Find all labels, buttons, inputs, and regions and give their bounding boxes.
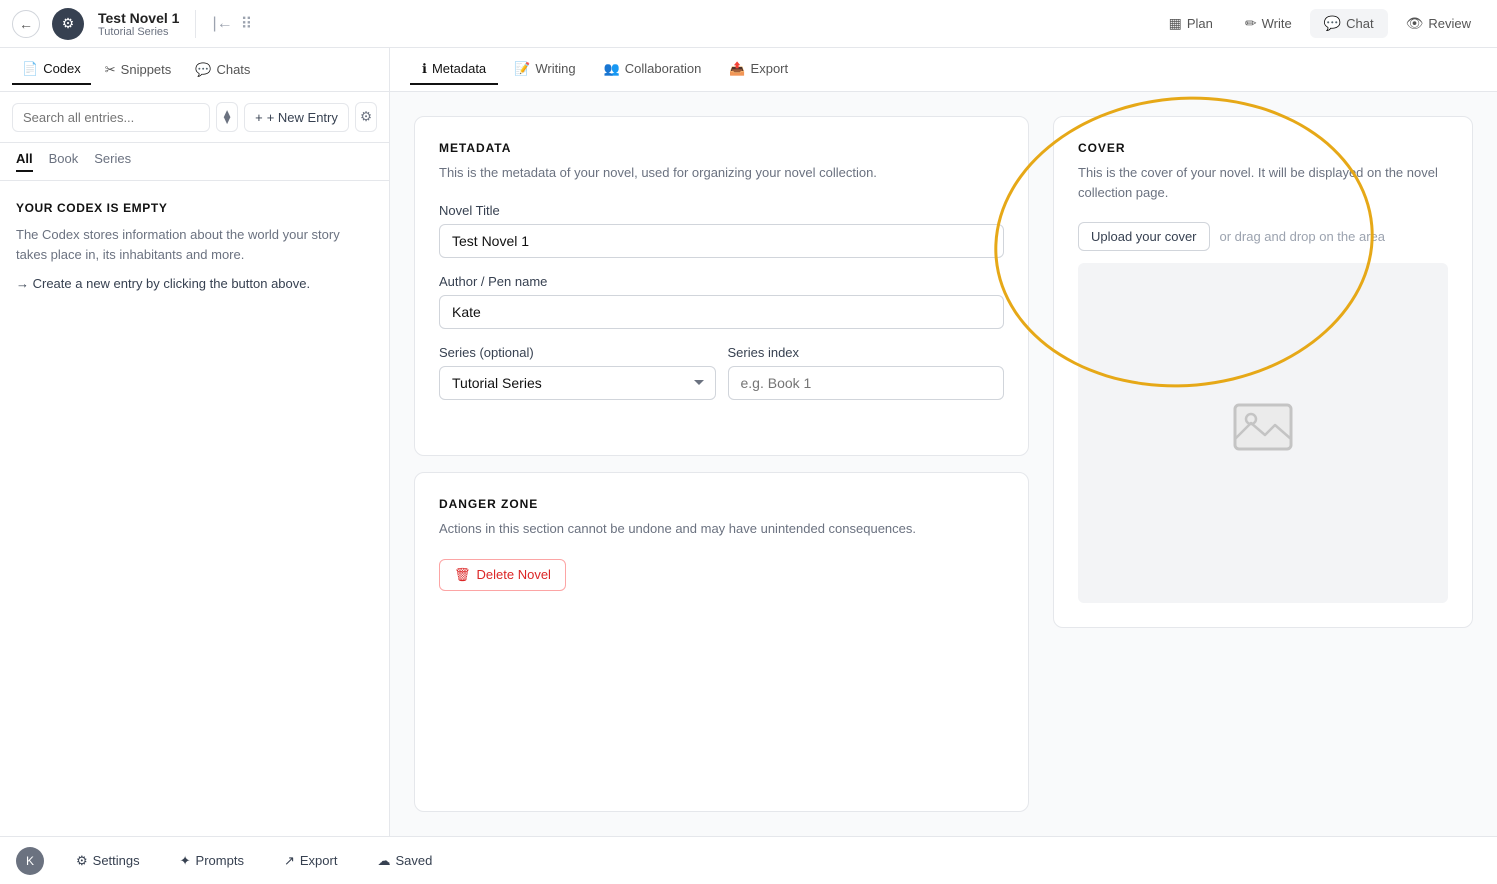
metadata-section: METADATA This is the metadata of your no… bbox=[414, 116, 1029, 812]
filter-tab-all[interactable]: All bbox=[16, 151, 33, 172]
metadata-section-desc: This is the metadata of your novel, used… bbox=[439, 163, 1004, 183]
series-row: Series (optional) Tutorial Series Series… bbox=[439, 345, 1004, 400]
filter-icon: ⧫ bbox=[224, 109, 231, 125]
series-select-wrap: Tutorial Series bbox=[439, 366, 716, 400]
collaboration-icon: 👥 bbox=[604, 61, 620, 77]
metadata-icon: ℹ bbox=[422, 61, 427, 77]
novel-title-input[interactable] bbox=[439, 224, 1004, 258]
app-logo: ⚙ bbox=[52, 8, 84, 40]
series-index-label: Series index bbox=[728, 345, 1005, 360]
bottom-bar: K ⚙ Settings ✦ Prompts ↗ Export ☁ Saved bbox=[0, 836, 1497, 884]
empty-title: YOUR CODEX IS EMPTY bbox=[16, 201, 373, 215]
author-label: Author / Pen name bbox=[439, 274, 1004, 289]
tab-writing[interactable]: 📝 Writing bbox=[502, 55, 587, 85]
export-bottom-icon: ↗ bbox=[284, 853, 295, 869]
series-index-input[interactable] bbox=[728, 366, 1005, 400]
author-input[interactable] bbox=[439, 295, 1004, 329]
codex-icon: 📄 bbox=[22, 61, 38, 77]
cover-card: COVER This is the cover of your novel. I… bbox=[1053, 116, 1473, 628]
search-input[interactable] bbox=[12, 103, 210, 132]
series-label: Series (optional) bbox=[439, 345, 716, 360]
cover-section-title: COVER bbox=[1078, 141, 1448, 155]
filter-tab-book[interactable]: Book bbox=[49, 151, 79, 172]
cover-preview-area[interactable] bbox=[1078, 263, 1448, 603]
prompts-icon: ✦ bbox=[180, 853, 191, 869]
content-area: METADATA This is the metadata of your no… bbox=[390, 92, 1497, 836]
sidebar-toolbar: ⧫ + + New Entry ⚙ bbox=[0, 92, 389, 143]
danger-zone-desc: Actions in this section cannot be undone… bbox=[439, 519, 1004, 539]
sidebar-settings-button[interactable]: ⚙ bbox=[355, 102, 377, 132]
right-nav-tabs: ℹ Metadata 📝 Writing 👥 Collaboration 📤 E… bbox=[390, 48, 820, 91]
tab-collaboration[interactable]: 👥 Collaboration bbox=[592, 55, 714, 85]
tab-chat[interactable]: 💬 Chat bbox=[1310, 9, 1388, 38]
saved-icon: ☁ bbox=[377, 853, 390, 869]
chat-icon: 💬 bbox=[1324, 15, 1341, 32]
upload-cover-button[interactable]: Upload your cover bbox=[1078, 222, 1210, 251]
app-title-main: Test Novel 1 bbox=[98, 10, 179, 26]
top-nav: ← ⚙ Test Novel 1 Tutorial Series |← ⠿ ▦ … bbox=[0, 0, 1497, 48]
plus-icon: + bbox=[255, 110, 263, 125]
sidebar-empty-state: YOUR CODEX IS EMPTY The Codex stores inf… bbox=[0, 181, 389, 311]
snippets-icon: ✂ bbox=[105, 62, 116, 78]
novel-title-group: Novel Title bbox=[439, 203, 1004, 258]
new-entry-button[interactable]: + + New Entry bbox=[244, 103, 349, 132]
tab-plan[interactable]: ▦ Plan bbox=[1155, 9, 1227, 38]
tab-write[interactable]: ✏ Write bbox=[1231, 9, 1306, 38]
trash-icon: 🗑 bbox=[454, 567, 471, 583]
left-nav-tabs: 📄 Codex ✂ Snippets 💬 Chats bbox=[0, 48, 390, 91]
tab-snippets[interactable]: ✂ Snippets bbox=[95, 56, 182, 84]
cover-upload-row: Upload your cover or drag and drop on th… bbox=[1078, 222, 1448, 251]
main-area: ⧫ + + New Entry ⚙ All Book Series YOUR C… bbox=[0, 92, 1497, 836]
tab-review[interactable]: 👁 Review bbox=[1392, 9, 1485, 38]
chats-icon: 💬 bbox=[195, 62, 211, 78]
back-button[interactable]: ← bbox=[12, 10, 40, 38]
tab-chats[interactable]: 💬 Chats bbox=[185, 56, 260, 84]
saved-indicator: ☁ Saved bbox=[369, 849, 440, 873]
sidebar: ⧫ + + New Entry ⚙ All Book Series YOUR C… bbox=[0, 92, 390, 836]
danger-zone-title: DANGER ZONE bbox=[439, 497, 1004, 511]
filter-tab-series[interactable]: Series bbox=[94, 151, 131, 172]
author-group: Author / Pen name bbox=[439, 274, 1004, 329]
write-icon: ✏ bbox=[1245, 15, 1257, 32]
export-icon: 📤 bbox=[729, 61, 745, 77]
series-select[interactable]: Tutorial Series bbox=[439, 366, 716, 400]
drag-handle[interactable]: ⠿ bbox=[241, 14, 253, 34]
review-icon: 👁 bbox=[1406, 15, 1424, 32]
second-nav: 📄 Codex ✂ Snippets 💬 Chats ℹ Metadata 📝 … bbox=[0, 48, 1497, 92]
novel-title-label: Novel Title bbox=[439, 203, 1004, 218]
cover-section-desc: This is the cover of your novel. It will… bbox=[1078, 163, 1448, 202]
export-button[interactable]: ↗ Export bbox=[276, 849, 345, 873]
top-nav-tabs: ▦ Plan ✏ Write 💬 Chat 👁 Review bbox=[1155, 9, 1485, 38]
writing-icon: 📝 bbox=[514, 61, 530, 77]
empty-description: The Codex stores information about the w… bbox=[16, 225, 373, 264]
nav-divider bbox=[195, 10, 196, 38]
tab-export[interactable]: 📤 Export bbox=[717, 55, 800, 85]
metadata-card: METADATA This is the metadata of your no… bbox=[414, 116, 1029, 456]
avatar: K bbox=[16, 847, 44, 875]
danger-zone-card: DANGER ZONE Actions in this section cann… bbox=[414, 472, 1029, 812]
series-col: Series (optional) Tutorial Series bbox=[439, 345, 716, 400]
plan-icon: ▦ bbox=[1169, 15, 1182, 32]
app-title-sub: Tutorial Series bbox=[98, 26, 179, 38]
create-entry-link[interactable]: → Create a new entry by clicking the but… bbox=[16, 276, 373, 291]
filter-tabs: All Book Series bbox=[0, 143, 389, 181]
image-placeholder-icon bbox=[1231, 395, 1295, 471]
tab-codex[interactable]: 📄 Codex bbox=[12, 55, 91, 85]
or-text: or drag and drop on the area bbox=[1220, 229, 1386, 244]
tab-metadata[interactable]: ℹ Metadata bbox=[410, 55, 498, 85]
gear-icon: ⚙ bbox=[360, 109, 372, 125]
delete-novel-button[interactable]: 🗑 Delete Novel bbox=[439, 559, 566, 591]
settings-button[interactable]: ⚙ Settings bbox=[68, 849, 148, 873]
metadata-section-title: METADATA bbox=[439, 141, 1004, 155]
settings-icon: ⚙ bbox=[76, 853, 88, 869]
filter-button[interactable]: ⧫ bbox=[216, 102, 238, 132]
prompts-button[interactable]: ✦ Prompts bbox=[172, 849, 252, 873]
collapse-icon[interactable]: |← bbox=[212, 15, 232, 33]
app-title: Test Novel 1 Tutorial Series bbox=[98, 10, 179, 38]
series-index-col: Series index bbox=[728, 345, 1005, 400]
